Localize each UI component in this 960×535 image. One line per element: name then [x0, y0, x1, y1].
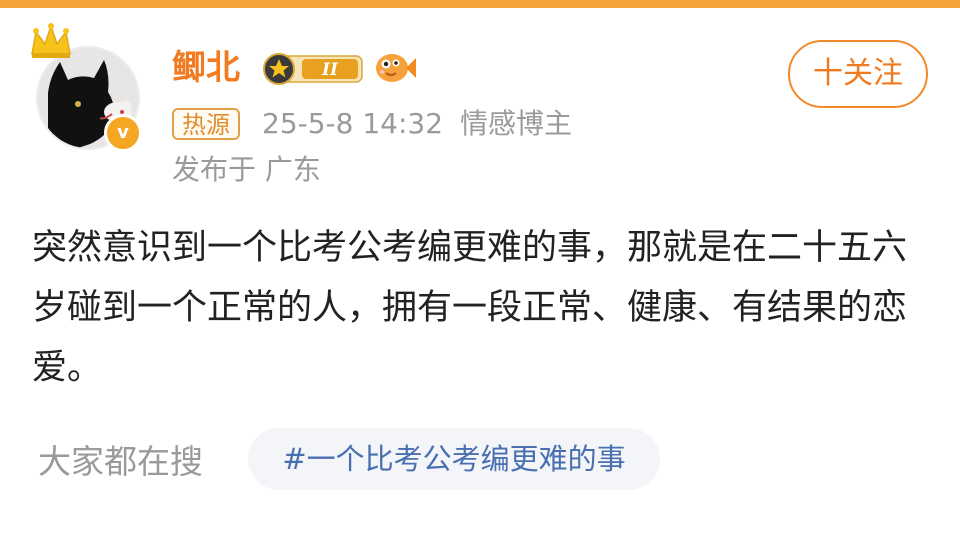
fish-emoji-icon [376, 54, 416, 82]
post-text: 突然意识到一个比考公考编更难的事，那就是在二十五六岁碰到一个正常的人，拥有一段正… [32, 228, 908, 388]
verified-badge-icon: v [104, 114, 142, 152]
username[interactable]: 鲫北 [172, 44, 240, 92]
source-tag[interactable]: 热源 [172, 108, 240, 140]
header-strip [0, 0, 960, 8]
level-numeral: II [321, 60, 339, 80]
crown-icon [31, 23, 71, 58]
trending-topic-chip[interactable]: #一个比考公考编更难的事 [248, 428, 660, 490]
trending-search-label: 大家都在搜 [38, 442, 203, 481]
avatar-container[interactable]: v [31, 23, 142, 152]
level-badge-icon: II [263, 53, 363, 85]
post-location: 发布于 广东 [172, 153, 321, 186]
post-timestamp: 25-5-8 14:32 [262, 107, 444, 140]
follow-button[interactable]: 十关注 [788, 40, 928, 108]
author-category: 情感博主 [460, 107, 573, 140]
